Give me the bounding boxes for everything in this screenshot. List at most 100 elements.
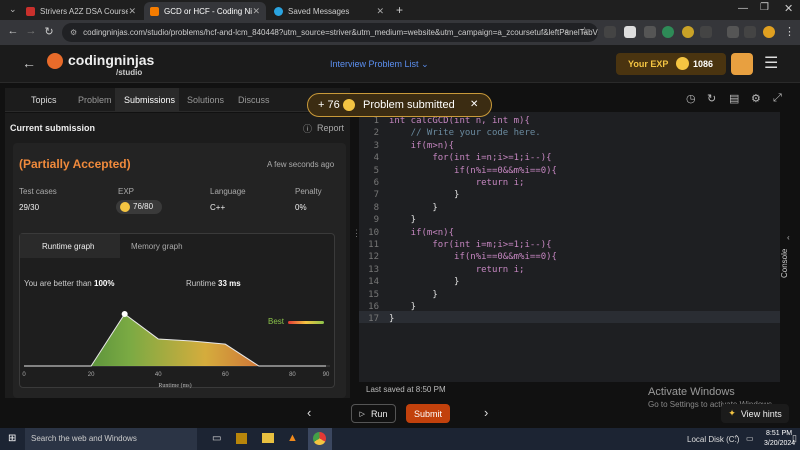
taskbar-search-placeholder: Search the web and Windows (31, 434, 137, 443)
run-label: Run (370, 408, 388, 419)
extension-icon[interactable] (644, 26, 656, 38)
x-tick-label: 60 (222, 372, 229, 378)
zoom-icon[interactable]: ⌕ (564, 26, 570, 37)
report-link[interactable]: Report (317, 123, 344, 133)
browser-tab-active[interactable]: GCD or HCF - Coding Ninjas ✕ (144, 2, 266, 20)
back-icon[interactable]: ← (4, 25, 22, 37)
address-bar[interactable]: ⚙ codingninjas.com/studio/problems/hcf-a… (62, 23, 598, 42)
browser-tab[interactable]: Saved Messages ✕ (268, 2, 390, 20)
browser-menu-icon[interactable]: ⋮ (784, 25, 795, 38)
minimize-icon[interactable]: — (738, 3, 748, 14)
toast-message: Problem submitted (363, 99, 455, 111)
code-line[interactable]: } (389, 290, 437, 300)
browser-tab[interactable]: Strivers A2Z DSA Course/Sheet ✕ (20, 2, 142, 20)
bookmark-star-icon[interactable]: ☆ (580, 26, 589, 37)
timer-icon[interactable]: ◷ (686, 92, 696, 105)
better-than-prefix: You are better than (24, 279, 92, 288)
tray-chevron-icon[interactable]: ⌃ (733, 434, 740, 443)
extension-icon[interactable] (624, 26, 636, 38)
code-line[interactable]: for(int i=m;i>=1;i--){ (389, 240, 551, 250)
extension-icon[interactable] (662, 26, 674, 38)
line-number: 5 (373, 165, 379, 176)
task-view-icon[interactable]: ▭ (212, 433, 221, 444)
layout-icon[interactable]: ▤ (729, 92, 739, 105)
close-tab-icon[interactable]: ✕ (252, 6, 260, 17)
extension-icon[interactable] (682, 26, 694, 38)
code-line[interactable]: if(n%i==0&&m%i==0){ (389, 166, 557, 176)
fullscreen-icon[interactable]: ⤢ (773, 92, 782, 105)
tab-memory-graph[interactable]: Memory graph (131, 242, 183, 251)
new-tab-button[interactable]: + (396, 3, 403, 17)
test-cases-label: Test cases (19, 187, 57, 196)
line-number: 13 (368, 264, 379, 275)
line-number: 4 (373, 153, 379, 164)
notifications-icon[interactable]: ▯ (792, 433, 797, 444)
tab-solutions[interactable]: Solutions (187, 95, 224, 105)
hamburger-menu-icon[interactable]: ☰ (764, 53, 778, 73)
profile-avatar[interactable] (763, 26, 775, 38)
tab-discuss[interactable]: Discuss (238, 95, 270, 105)
back-arrow-icon[interactable]: ← (22, 55, 36, 71)
file-explorer-icon[interactable] (262, 433, 274, 443)
taskbar-search[interactable]: Search the web and Windows (25, 428, 197, 450)
your-runtime-point[interactable] (121, 311, 128, 317)
settings-icon[interactable]: ⚙ (751, 92, 761, 105)
extensions-puzzle-icon[interactable] (700, 26, 712, 38)
site-info-icon[interactable]: ⚙ (70, 28, 77, 37)
tab-submissions[interactable]: Submissions (124, 95, 175, 105)
line-number: 9 (373, 215, 379, 226)
code-line[interactable]: if(n%i==0&&m%i==0){ (389, 252, 557, 262)
lightbulb-icon: ✦ (728, 408, 736, 418)
browser-toolbar: ← → ↻ ⚙ codingninjas.com/studio/problems… (0, 20, 800, 45)
code-editor[interactable]: 1 int calcGCD(int n, int m){2 // Write yo… (359, 112, 780, 382)
console-expand-icon[interactable]: ‹ (787, 233, 790, 242)
vlc-icon[interactable]: ▲ (287, 432, 298, 444)
downloads-icon[interactable] (727, 26, 739, 38)
interview-problem-list-link[interactable]: Interview Problem List ⌄ (330, 59, 429, 70)
code-line[interactable]: } (389, 302, 416, 312)
code-line[interactable]: int calcGCD(int n, int m){ (389, 116, 530, 126)
close-tab-icon[interactable]: ✕ (376, 6, 384, 17)
extension-icon[interactable] (604, 26, 616, 38)
penalty-label: Penalty (295, 187, 322, 196)
code-line[interactable]: return i; (389, 178, 525, 188)
code-line[interactable]: for(int i=n;i>=1;i--){ (389, 153, 551, 163)
browser-tab-bar: Strivers A2Z DSA Course/Sheet ✕ GCD or H… (0, 0, 800, 20)
chevron-down-icon: ⌄ (421, 59, 429, 69)
run-button[interactable]: ▷ Run (351, 404, 396, 423)
tab-problem[interactable]: Problem (78, 95, 112, 105)
code-line[interactable]: if(m>n){ (389, 141, 454, 151)
next-problem-icon[interactable]: › (484, 405, 488, 420)
network-icon[interactable]: ▭ (746, 434, 754, 443)
exp-badge[interactable]: Your EXP 1086 (616, 53, 726, 75)
forward-icon[interactable]: → (22, 25, 40, 37)
tab-topics[interactable]: Topics (31, 95, 57, 105)
code-line[interactable]: return i; (389, 265, 525, 275)
view-hints-button[interactable]: ✦ View hints (721, 404, 789, 423)
code-line[interactable]: // Write your code here. (389, 128, 541, 138)
code-line[interactable]: } (389, 215, 416, 225)
toast-close-button[interactable]: ✕ (470, 99, 478, 110)
current-line-highlight (359, 311, 780, 323)
code-line[interactable]: } (389, 203, 437, 213)
code-line[interactable]: } (389, 314, 394, 324)
tab-runtime-graph[interactable]: Runtime graph (42, 242, 94, 251)
code-line[interactable]: } (389, 190, 459, 200)
tab-search-icon[interactable]: ⌄ (9, 4, 17, 15)
coin-icon (120, 202, 130, 212)
code-line[interactable]: if(m<n){ (389, 228, 454, 238)
code-line[interactable]: } (389, 277, 459, 287)
close-tab-icon[interactable]: ✕ (128, 6, 136, 17)
coding-ninjas-logo[interactable] (47, 53, 63, 69)
previous-problem-icon[interactable]: ‹ (307, 405, 311, 420)
media-player-icon[interactable] (236, 433, 247, 444)
reload-icon[interactable]: ↻ (40, 25, 58, 38)
windows-start-icon[interactable]: ⊞ (8, 433, 16, 444)
last-saved-text: Last saved at 8:50 PM (366, 385, 446, 394)
user-avatar[interactable] (731, 53, 753, 75)
reset-icon[interactable]: ↻ (707, 92, 716, 105)
submit-button[interactable]: Submit (406, 404, 450, 423)
sidebar-icon[interactable] (744, 26, 756, 38)
maximize-icon[interactable]: ❐ (760, 2, 769, 13)
close-window-icon[interactable]: ✕ (784, 2, 793, 15)
